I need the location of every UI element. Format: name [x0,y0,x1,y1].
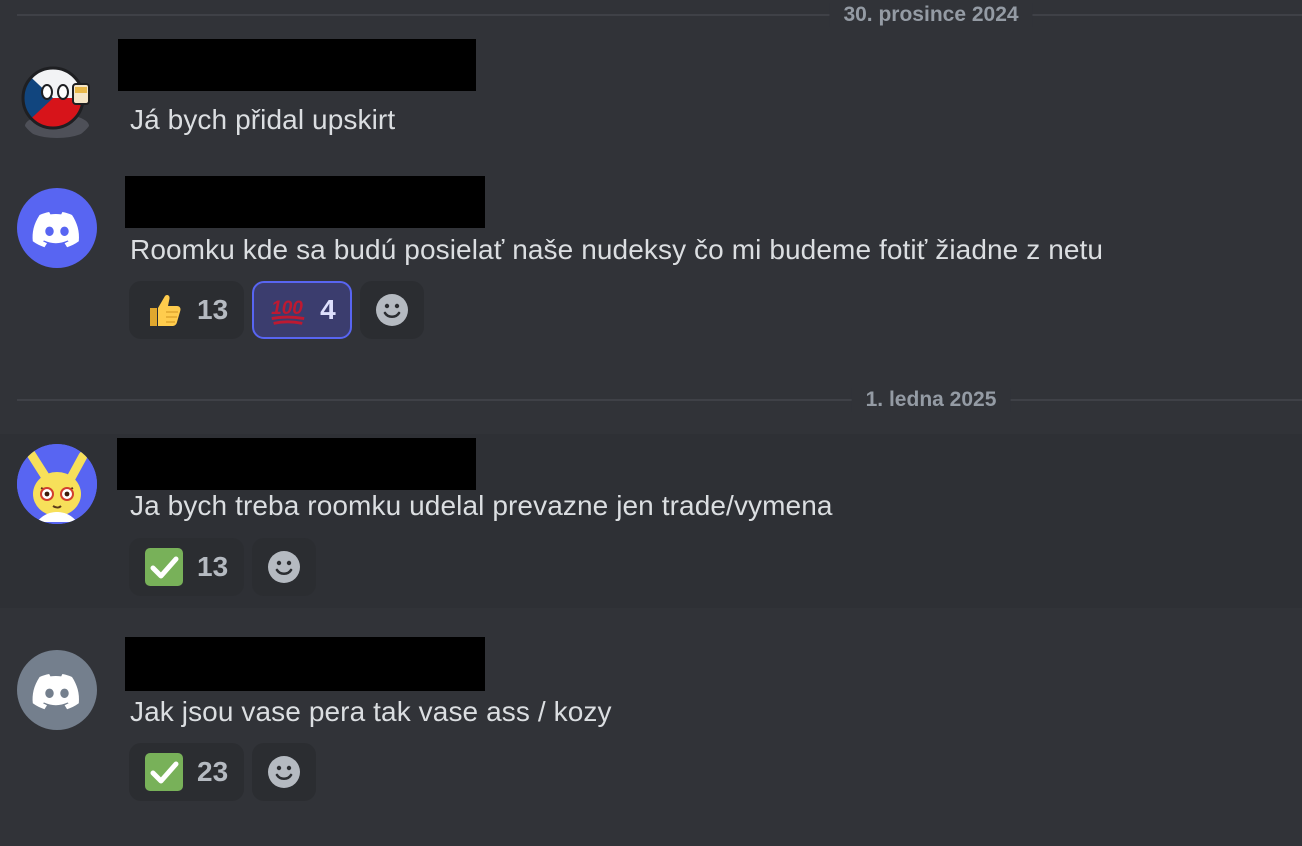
smiley-icon [268,551,301,583]
message-text: Jak jsou vase pera tak vase ass / kozy [130,696,612,727]
chat-message-list: 30. prosince 2024 Já bych přidal upskirt [0,0,1302,846]
discord-logo-icon [32,212,80,248]
date-divider-label: 1. ledna 2025 [851,388,1011,412]
redacted-username [117,438,476,490]
date-divider-label: 30. prosince 2024 [829,3,1033,27]
add-reaction-button[interactable] [359,281,424,339]
message-item[interactable]: Jak jsou vase pera tak vase ass / kozy 2… [0,632,1302,812]
message-item[interactable]: Ja bych treba roomku udelal prevazne jen… [0,434,1302,608]
reactions-bar: 13 100 4 [129,281,424,339]
hundred-points-icon: 100 [266,289,308,331]
reaction-count: 13 [197,294,229,325]
anime-character-avatar [17,444,97,524]
svg-text:100: 100 [271,298,303,319]
message-item[interactable]: Roomku kde sa budú posielať naše nudeksy… [0,170,1302,350]
reaction-count: 13 [197,551,229,582]
reaction-hundred-points[interactable]: 100 4 [252,281,352,339]
thumbs-up-icon [143,289,185,331]
message-text: Roomku kde sa budú posielať naše nudeksy… [130,234,1104,265]
user-avatar[interactable] [17,650,97,730]
user-avatar[interactable] [17,62,97,142]
discord-logo-icon [32,674,80,710]
message-text: Ja bych treba roomku udelal prevazne jen… [130,490,833,521]
reaction-check-mark[interactable]: 23 [129,743,245,801]
reactions-bar: 13 [129,538,317,596]
reaction-thumbs-up[interactable]: 13 [129,281,245,339]
redacted-username [118,39,476,91]
date-divider: 30. prosince 2024 [17,3,1302,27]
check-mark-button-icon [143,751,185,793]
countryball-czech-avatar [21,66,90,138]
add-reaction-button[interactable] [252,743,317,801]
reactions-bar: 23 [129,743,317,801]
smiley-icon [375,294,408,326]
user-avatar[interactable] [17,188,97,268]
message-item[interactable]: Já bych přidal upskirt [0,36,1302,146]
user-avatar[interactable] [17,444,97,524]
redacted-username [125,637,485,691]
reaction-check-mark[interactable]: 13 [129,538,245,596]
smiley-icon [268,756,301,788]
redacted-username [125,176,485,228]
date-divider: 1. ledna 2025 [17,388,1302,412]
check-mark-button-icon [143,546,185,588]
add-reaction-button[interactable] [252,538,317,596]
message-text: Já bych přidal upskirt [130,104,396,135]
reaction-count: 4 [320,294,336,325]
reaction-count: 23 [197,756,229,787]
